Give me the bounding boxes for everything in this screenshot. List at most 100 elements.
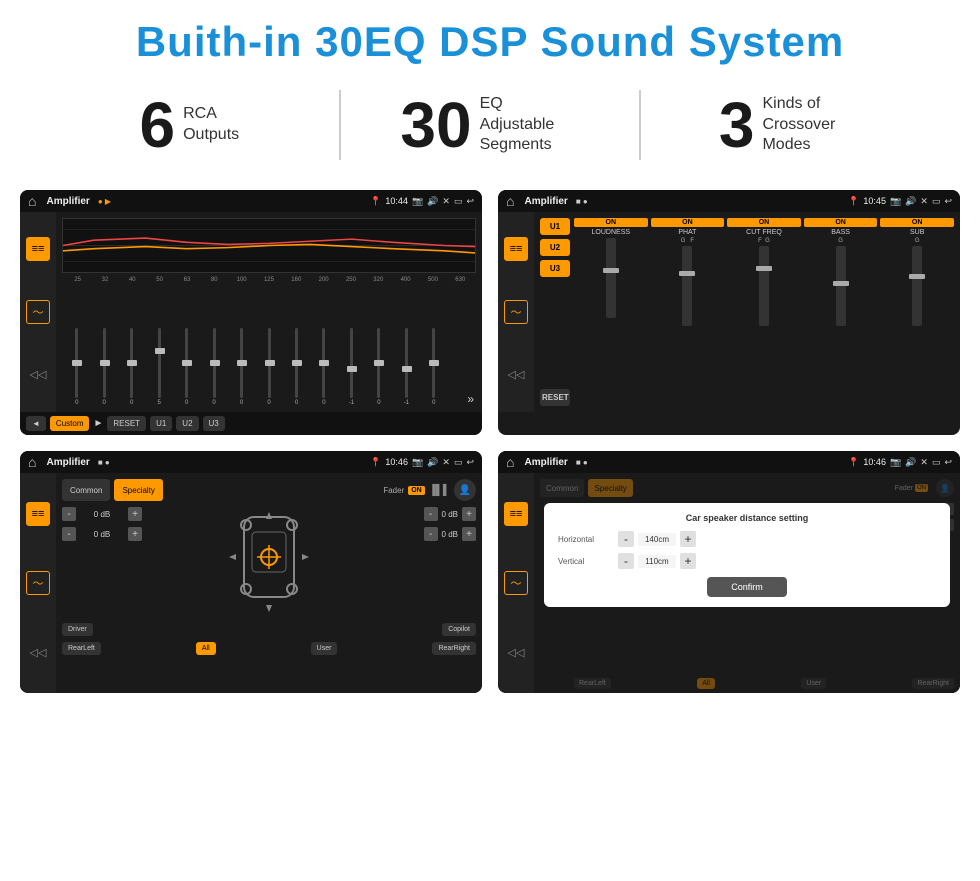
screen1-wave-icon[interactable]: 〜 <box>26 300 50 324</box>
screen3-rect-icon[interactable]: ▭ <box>454 457 463 468</box>
slider-6-track[interactable] <box>213 328 216 398</box>
all-btn[interactable]: All <box>196 642 216 655</box>
vertical-plus-btn[interactable]: + <box>680 553 696 569</box>
screen3-eq-icon[interactable]: ≡≡ <box>26 502 50 526</box>
screen4-home-icon[interactable]: ⌂ <box>506 454 514 470</box>
ch-bass-thumb[interactable] <box>833 281 849 286</box>
slider-4-thumb[interactable] <box>155 348 165 354</box>
slider-11-thumb[interactable] <box>347 366 357 372</box>
screen2-speaker-icon[interactable]: ◁◁ <box>504 363 528 387</box>
slider-8-track[interactable] <box>268 328 271 398</box>
ch-sub-fader[interactable] <box>912 246 922 326</box>
slider-5-thumb[interactable] <box>182 360 192 366</box>
vol-minus-4[interactable]: - <box>424 527 438 541</box>
slider-9-track[interactable] <box>295 328 298 398</box>
amp-reset-btn[interactable]: RESET <box>540 389 570 406</box>
confirm-button[interactable]: Confirm <box>707 577 787 597</box>
amp-u3-btn[interactable]: U3 <box>540 260 570 277</box>
slider-2-thumb[interactable] <box>100 360 110 366</box>
screen3-back-icon[interactable]: ↩ <box>466 457 474 468</box>
slider-3-thumb[interactable] <box>127 360 137 366</box>
slider-1-thumb[interactable] <box>72 360 82 366</box>
screen3-wave-icon[interactable]: 〜 <box>26 571 50 595</box>
more-icon[interactable]: » <box>467 392 474 406</box>
screen1-rect-icon[interactable]: ▭ <box>454 196 463 207</box>
vol-plus-3[interactable]: + <box>462 507 476 521</box>
copilot-btn[interactable]: Copilot <box>442 623 476 636</box>
screen4-back-icon[interactable]: ↩ <box>944 457 952 468</box>
rearright-btn[interactable]: RearRight <box>432 642 476 655</box>
tab-specialty[interactable]: Specialty <box>114 479 162 501</box>
u2-btn[interactable]: U2 <box>176 416 198 431</box>
rearleft-btn[interactable]: RearLeft <box>62 642 101 655</box>
prev-btn[interactable]: ◄ <box>26 416 46 431</box>
screen4-wave-icon[interactable]: 〜 <box>504 571 528 595</box>
slider-10-thumb[interactable] <box>319 360 329 366</box>
custom-btn[interactable]: Custom <box>50 416 90 431</box>
vol-minus-3[interactable]: - <box>424 507 438 521</box>
ch-loudness-fader[interactable] <box>606 238 616 318</box>
slider-6-thumb[interactable] <box>210 360 220 366</box>
screen4-speaker-icon[interactable]: ◁◁ <box>504 640 528 664</box>
slider-5-track[interactable] <box>185 328 188 398</box>
ch-loudness-thumb[interactable] <box>603 268 619 273</box>
horizontal-plus-btn[interactable]: + <box>680 531 696 547</box>
horizontal-minus-btn[interactable]: - <box>618 531 634 547</box>
fader-person-icon[interactable]: 👤 <box>454 479 476 501</box>
user-btn[interactable]: User <box>311 642 338 655</box>
slider-10-track[interactable] <box>322 328 325 398</box>
vol-plus-1[interactable]: + <box>128 507 142 521</box>
screen2-x-icon[interactable]: ✕ <box>920 196 928 207</box>
screen1-speaker-icon[interactable]: ◁◁ <box>26 363 50 387</box>
slider-7-thumb[interactable] <box>237 360 247 366</box>
screen4-eq-icon[interactable]: ≡≡ <box>504 502 528 526</box>
slider-12-thumb[interactable] <box>374 360 384 366</box>
screen4-x-icon[interactable]: ✕ <box>920 457 928 468</box>
slider-1-track[interactable] <box>75 328 78 398</box>
screen4-rect-icon[interactable]: ▭ <box>932 457 941 468</box>
ch-cutfreq-thumb[interactable] <box>756 266 772 271</box>
screen2-home-icon[interactable]: ⌂ <box>506 193 514 209</box>
ch-cutfreq-fader[interactable] <box>759 246 769 326</box>
screen2-rect-icon[interactable]: ▭ <box>932 196 941 207</box>
amp-u1-btn[interactable]: U1 <box>540 218 570 235</box>
slider-13-thumb[interactable] <box>402 366 412 372</box>
screen3-speaker-icon[interactable]: ◁◁ <box>26 640 50 664</box>
slider-7-track[interactable] <box>240 328 243 398</box>
ch-sub-thumb[interactable] <box>909 274 925 279</box>
slider-9-thumb[interactable] <box>292 360 302 366</box>
slider-8-thumb[interactable] <box>265 360 275 366</box>
screen1-home-icon[interactable]: ⌂ <box>28 193 36 209</box>
slider-14-thumb[interactable] <box>429 360 439 366</box>
u3-btn[interactable]: U3 <box>203 416 225 431</box>
reset-btn[interactable]: RESET <box>107 416 146 431</box>
slider-2-track[interactable] <box>103 328 106 398</box>
screen2-wave-icon[interactable]: 〜 <box>504 300 528 324</box>
vol-plus-2[interactable]: + <box>128 527 142 541</box>
driver-btn[interactable]: Driver <box>62 623 93 636</box>
tab-common[interactable]: Common <box>62 479 110 501</box>
vol-minus-2[interactable]: - <box>62 527 76 541</box>
slider-3-track[interactable] <box>130 328 133 398</box>
amp-u2-btn[interactable]: U2 <box>540 239 570 256</box>
distance-dialog[interactable]: Car speaker distance setting Horizontal … <box>544 503 950 607</box>
slider-13-track[interactable] <box>405 328 408 398</box>
screen1-back-icon[interactable]: ↩ <box>466 196 474 207</box>
screen2-back-icon[interactable]: ↩ <box>944 196 952 207</box>
vertical-minus-btn[interactable]: - <box>618 553 634 569</box>
play-btn[interactable]: ► <box>93 418 103 429</box>
ch-phat-fader[interactable] <box>682 246 692 326</box>
ch-phat-thumb[interactable] <box>679 271 695 276</box>
screen3-x-icon[interactable]: ✕ <box>442 457 450 468</box>
screen1-x-icon[interactable]: ✕ <box>442 196 450 207</box>
slider-4-track[interactable] <box>158 328 161 398</box>
vol-plus-4[interactable]: + <box>462 527 476 541</box>
screen3-home-icon[interactable]: ⌂ <box>28 454 36 470</box>
slider-11-track[interactable] <box>350 328 353 398</box>
vol-minus-1[interactable]: - <box>62 507 76 521</box>
slider-14-track[interactable] <box>432 328 435 398</box>
u1-btn[interactable]: U1 <box>150 416 172 431</box>
screen2-eq-icon[interactable]: ≡≡ <box>504 237 528 261</box>
slider-12-track[interactable] <box>377 328 380 398</box>
screen1-eq-icon[interactable]: ≡≡ <box>26 237 50 261</box>
